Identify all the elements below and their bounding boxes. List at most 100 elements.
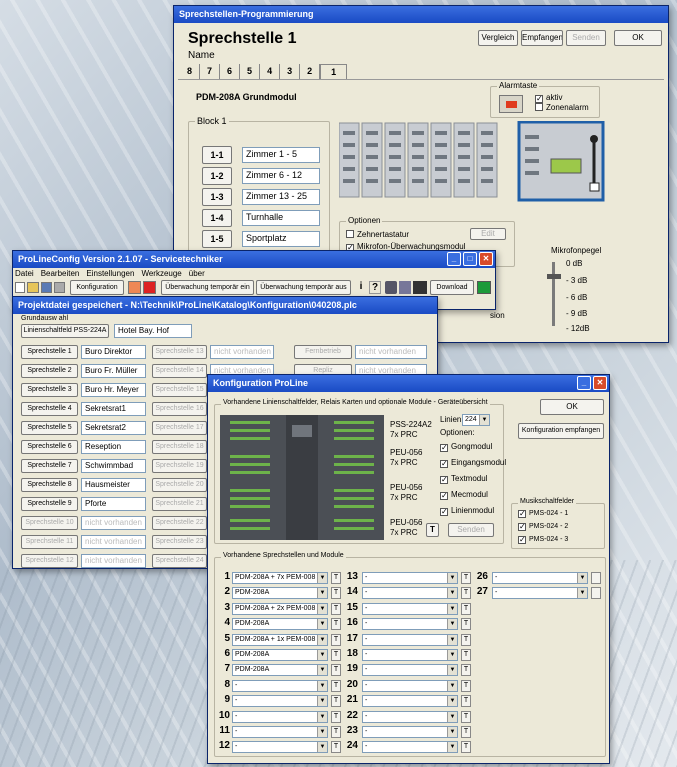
- sprechstelle-button[interactable]: Sprechstelle 18: [152, 440, 207, 454]
- alarm-aktiv-checkbox[interactable]: ✓ aktiv: [535, 93, 562, 103]
- musik-2-checkbox[interactable]: ✓ PMS-024 - 2: [518, 523, 568, 531]
- zonenalarm-checkbox[interactable]: Zonenalarm: [535, 103, 589, 112]
- block-1-4-field[interactable]: Turnhalle: [242, 210, 320, 226]
- block-1-2-button[interactable]: 1-2: [202, 167, 232, 185]
- row-test-button[interactable]: T: [461, 618, 471, 631]
- module-select[interactable]: - ▼: [492, 587, 588, 600]
- close-icon[interactable]: ✕: [479, 252, 493, 266]
- module-select[interactable]: PDM-208A ▼: [232, 649, 328, 661]
- opt-eingangsmodul[interactable]: ✓ Eingangsmodul: [440, 458, 506, 468]
- opt-mecmodul[interactable]: ✓ Mecmodul: [440, 490, 488, 500]
- musik-1-checkbox[interactable]: ✓ PMS-024 - 1: [518, 510, 568, 518]
- musik-3-checkbox[interactable]: ✓ PMS-024 - 3: [518, 536, 568, 544]
- module-select[interactable]: - ▼: [362, 633, 458, 646]
- module-select[interactable]: - ▼: [362, 602, 458, 615]
- edit-button[interactable]: Edit: [470, 228, 506, 240]
- uberwachung-ein-button[interactable]: Überwachung temporär ein: [161, 280, 254, 295]
- sprechstelle-button[interactable]: Sprechstelle 8: [21, 478, 78, 492]
- konfiguration-empfangen-button[interactable]: Konfiguration empfangen: [518, 423, 604, 439]
- module-select[interactable]: - ▼: [232, 710, 328, 723]
- save-icon[interactable]: [41, 282, 52, 293]
- module-select[interactable]: - ▼: [232, 695, 328, 708]
- tab-4[interactable]: 4: [260, 64, 281, 79]
- sprechstelle-button[interactable]: Sprechstelle 4: [21, 402, 78, 416]
- row-test-button[interactable]: T: [331, 664, 341, 677]
- print-icon[interactable]: [54, 282, 65, 293]
- sprechstelle-button[interactable]: Sprechstelle 13: [152, 345, 207, 359]
- module-select[interactable]: - ▼: [362, 572, 458, 584]
- sprechstelle-name-field[interactable]: Buro Hr. Meyer: [81, 383, 146, 397]
- help-icon[interactable]: ?: [369, 281, 381, 294]
- empfangen-button[interactable]: Empfangen: [521, 30, 563, 46]
- close-icon[interactable]: ✕: [593, 376, 607, 390]
- new-icon[interactable]: [15, 282, 25, 293]
- row-test-button[interactable]: T: [461, 602, 471, 615]
- module-select[interactable]: - ▼: [362, 726, 458, 738]
- sprechstelle-button[interactable]: Sprechstelle 23: [152, 535, 207, 549]
- sprechstelle-name-field[interactable]: Reseption: [81, 440, 146, 454]
- extra-button[interactable]: Fernbetrieb: [294, 345, 352, 359]
- opt-gongmodul[interactable]: ✓ Gongmodul: [440, 442, 492, 452]
- module-select[interactable]: - ▼: [362, 679, 458, 692]
- row-test-button[interactable]: T: [331, 741, 341, 754]
- row-test-button[interactable]: T: [461, 679, 471, 692]
- row-test-button[interactable]: T: [461, 726, 471, 738]
- device-icon[interactable]: [413, 281, 427, 294]
- tab-3[interactable]: 3: [280, 64, 301, 79]
- row-test-button[interactable]: T: [331, 679, 341, 692]
- sprechstelle-button[interactable]: Sprechstelle 10: [21, 516, 78, 530]
- sprechstelle-name-field[interactable]: nicht vorhanden: [81, 535, 146, 549]
- sprechstelle-button[interactable]: Sprechstelle 21: [152, 497, 207, 511]
- sprechstelle-button[interactable]: Sprechstelle 14: [152, 364, 207, 378]
- block-1-4-button[interactable]: 1-4: [202, 209, 232, 227]
- module-select[interactable]: PDM-208A + 2x PEM-008 ▼: [232, 602, 328, 615]
- zehnertastatur-checkbox[interactable]: Zehnertastatur: [346, 230, 409, 239]
- row-test-button[interactable]: T: [331, 649, 341, 661]
- module-select[interactable]: - ▼: [362, 649, 458, 661]
- module-select[interactable]: PDM-208A + 1x PEM-008 ▼: [232, 633, 328, 646]
- sprechstelle-name-field[interactable]: Schwimmbad: [81, 459, 146, 473]
- sprechstelle-name-field[interactable]: Pforte: [81, 497, 146, 511]
- menu-uber[interactable]: über: [189, 269, 205, 278]
- sprechstelle-button[interactable]: Sprechstelle 9: [21, 497, 78, 511]
- info-icon[interactable]: i: [355, 281, 367, 294]
- tab-7[interactable]: 7: [200, 64, 221, 79]
- pegel-slider-track[interactable]: [552, 262, 555, 326]
- module-select[interactable]: PDM-208A ▼: [232, 587, 328, 600]
- module-select[interactable]: - ▼: [492, 572, 588, 584]
- row-test-button[interactable]: T: [331, 587, 341, 600]
- sprechstelle-button[interactable]: Sprechstelle 11: [21, 535, 78, 549]
- module-select[interactable]: PDM-208A ▼: [232, 664, 328, 677]
- senden-button[interactable]: Senden: [448, 523, 494, 537]
- extra-field[interactable]: nicht vorhanden: [355, 345, 427, 359]
- wrench-icon[interactable]: [385, 281, 397, 294]
- grid-icon[interactable]: [128, 281, 141, 294]
- row-test-button[interactable]: T: [461, 633, 471, 646]
- maximize-icon[interactable]: □: [463, 252, 477, 266]
- linien-select[interactable]: 224 ▼: [462, 414, 490, 426]
- sprechstelle-name-field[interactable]: Sekretsrat2: [81, 421, 146, 435]
- tab-5[interactable]: 5: [240, 64, 261, 79]
- row-test-button[interactable]: T: [331, 572, 341, 584]
- opt-textmodul[interactable]: ✓ Textmodul: [440, 474, 487, 484]
- sprechstelle-button[interactable]: Sprechstelle 19: [152, 459, 207, 473]
- uberwachung-aus-button[interactable]: Überwachung temporär aus: [256, 280, 351, 295]
- tab-6[interactable]: 6: [220, 64, 241, 79]
- sprechstelle-name-field[interactable]: Buro Direktor: [81, 345, 146, 359]
- row-test-button[interactable]: T: [461, 587, 471, 600]
- row-test-button[interactable]: [591, 572, 601, 584]
- ok-button[interactable]: OK: [614, 30, 662, 46]
- block-1-5-button[interactable]: 1-5: [202, 230, 232, 248]
- row-test-button[interactable]: T: [461, 649, 471, 661]
- module-select[interactable]: - ▼: [232, 679, 328, 692]
- sprechstelle-name-field[interactable]: Hausmeister: [81, 478, 146, 492]
- module-select[interactable]: - ▼: [362, 710, 458, 723]
- sprechstelle-button[interactable]: Sprechstelle 1: [21, 345, 78, 359]
- row-test-button[interactable]: T: [331, 695, 341, 708]
- sprechstelle-button[interactable]: Sprechstelle 20: [152, 478, 207, 492]
- row-test-button[interactable]: T: [331, 602, 341, 615]
- alarm-button[interactable]: [499, 95, 523, 113]
- sprechstelle-button[interactable]: Sprechstelle 5: [21, 421, 78, 435]
- tab-8[interactable]: 8: [180, 64, 201, 79]
- menu-bearbeiten[interactable]: Bearbeiten: [41, 269, 80, 278]
